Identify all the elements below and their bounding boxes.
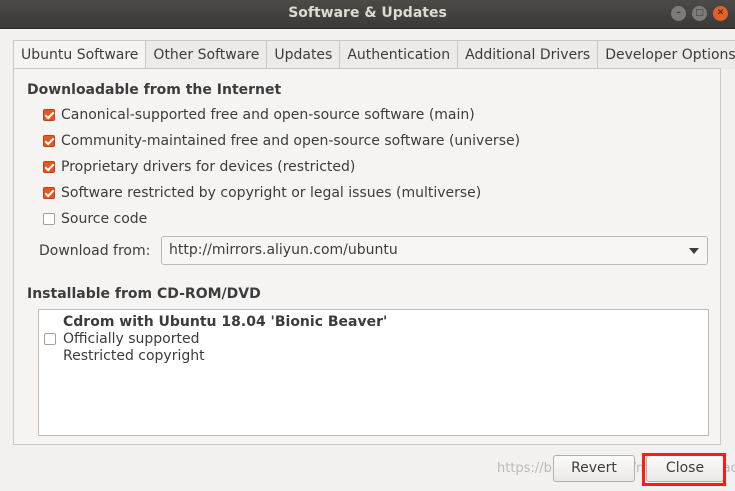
source-code-label: Source code bbox=[61, 211, 148, 227]
cdrom-section-heading: Installable from CD-ROM/DVD bbox=[27, 286, 261, 302]
main-checkbox[interactable] bbox=[43, 109, 55, 121]
download-server-value: http://mirrors.aliyun.com/ubuntu bbox=[169, 242, 398, 258]
download-from-label: Download from: bbox=[39, 243, 151, 259]
revert-button[interactable]: Revert bbox=[553, 455, 635, 482]
close-icon[interactable]: ✕ bbox=[713, 6, 728, 21]
tab-other-software[interactable]: Other Software bbox=[146, 40, 268, 69]
tab-ubuntu-software[interactable]: Ubuntu Software bbox=[13, 40, 147, 70]
main-label: Canonical-supported free and open-source… bbox=[61, 107, 475, 123]
source-code-option[interactable]: Source code bbox=[43, 210, 147, 228]
restricted-label: Proprietary drivers for devices (restric… bbox=[61, 159, 356, 175]
cdrom-checkbox[interactable] bbox=[44, 333, 56, 345]
dropdown-arrow-icon bbox=[689, 248, 699, 254]
close-button[interactable]: Close bbox=[646, 455, 724, 482]
cdrom-item-copyright: Restricted copyright bbox=[63, 348, 205, 364]
source-restricted-option[interactable]: Proprietary drivers for devices (restric… bbox=[43, 158, 355, 176]
source-multiverse-option[interactable]: Software restricted by copyright or lega… bbox=[43, 184, 481, 202]
cdrom-item-support: Officially supported bbox=[63, 331, 200, 347]
minimize-icon[interactable]: – bbox=[671, 6, 686, 21]
restricted-checkbox[interactable] bbox=[43, 161, 55, 173]
cdrom-item-title: Cdrom with Ubuntu 18.04 'Bionic Beaver' bbox=[63, 314, 388, 330]
window-title: Software & Updates bbox=[288, 5, 447, 21]
title-bar: Software & Updates – □ ✕ bbox=[0, 0, 735, 29]
cdrom-item: Cdrom with Ubuntu 18.04 'Bionic Beaver' … bbox=[63, 314, 387, 365]
maximize-icon[interactable]: □ bbox=[692, 6, 707, 21]
ubuntu-software-panel: Downloadable from the Internet Canonical… bbox=[13, 68, 721, 445]
tab-developer-options[interactable]: Developer Options bbox=[598, 40, 735, 69]
universe-label: Community-maintained free and open-sourc… bbox=[61, 133, 521, 149]
cdrom-list: Cdrom with Ubuntu 18.04 'Bionic Beaver' … bbox=[38, 309, 709, 436]
source-main-option[interactable]: Canonical-supported free and open-source… bbox=[43, 106, 475, 124]
tab-additional-drivers[interactable]: Additional Drivers bbox=[458, 40, 599, 69]
internet-section-heading: Downloadable from the Internet bbox=[27, 82, 282, 98]
tab-updates[interactable]: Updates bbox=[267, 40, 341, 69]
multiverse-checkbox[interactable] bbox=[43, 187, 55, 199]
universe-checkbox[interactable] bbox=[43, 135, 55, 147]
source-code-checkbox[interactable] bbox=[43, 213, 55, 225]
source-universe-option[interactable]: Community-maintained free and open-sourc… bbox=[43, 132, 520, 150]
tab-bar: Ubuntu Software Other Software Updates A… bbox=[13, 40, 735, 70]
tab-authentication[interactable]: Authentication bbox=[340, 40, 459, 69]
multiverse-label: Software restricted by copyright or lega… bbox=[61, 185, 482, 201]
download-server-dropdown[interactable]: http://mirrors.aliyun.com/ubuntu bbox=[161, 236, 708, 265]
